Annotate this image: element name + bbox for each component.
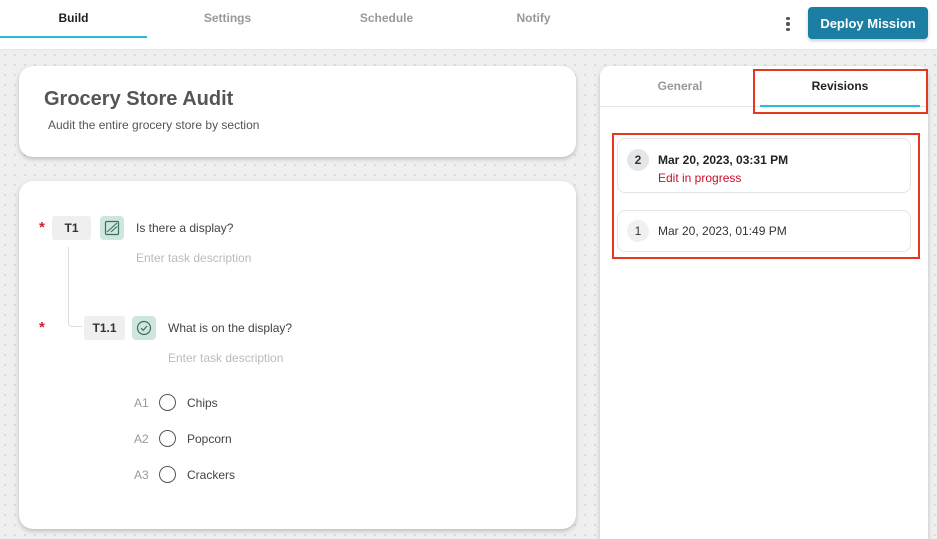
revision-number: 2 bbox=[627, 149, 649, 171]
revision-status: Edit in progress bbox=[658, 171, 742, 185]
tab-general[interactable]: General bbox=[600, 66, 760, 107]
task-tree-connector bbox=[68, 247, 82, 327]
task-description-field[interactable]: Enter task description bbox=[168, 351, 283, 365]
mission-subtitle[interactable]: Audit the entire grocery store by sectio… bbox=[48, 118, 259, 132]
answer-radio[interactable] bbox=[159, 466, 176, 483]
required-marker: * bbox=[39, 219, 45, 236]
task-id-badge: T1 bbox=[52, 216, 91, 240]
image-icon[interactable] bbox=[100, 216, 124, 240]
answer-radio[interactable] bbox=[159, 430, 176, 447]
revision-date: Mar 20, 2023, 03:31 PM bbox=[658, 153, 789, 167]
more-vertical-icon[interactable] bbox=[778, 12, 798, 36]
tab-revisions[interactable]: Revisions bbox=[760, 66, 920, 107]
revision-item[interactable]: 2 Mar 20, 2023, 03:31 PM Edit in progres… bbox=[617, 138, 911, 193]
task-question[interactable]: Is there a display? bbox=[136, 221, 233, 235]
required-marker: * bbox=[39, 319, 45, 336]
revision-number: 1 bbox=[627, 220, 649, 242]
answer-code: A1 bbox=[134, 396, 149, 410]
tab-settings[interactable]: Settings bbox=[154, 0, 301, 38]
answer-radio[interactable] bbox=[159, 394, 176, 411]
tab-schedule[interactable]: Schedule bbox=[313, 0, 460, 38]
answer-label[interactable]: Chips bbox=[187, 396, 218, 410]
side-panel: General Revisions bbox=[600, 66, 928, 539]
task-question[interactable]: What is on the display? bbox=[168, 321, 292, 335]
top-nav-bar: Build Settings Schedule Notify Deploy Mi… bbox=[0, 0, 937, 50]
task-description-field[interactable]: Enter task description bbox=[136, 251, 251, 265]
answer-code: A3 bbox=[134, 468, 149, 482]
task-id-badge: T1.1 bbox=[84, 316, 125, 340]
revision-date: Mar 20, 2023, 01:49 PM bbox=[658, 224, 787, 238]
mission-title[interactable]: Grocery Store Audit bbox=[44, 88, 233, 111]
answer-code: A2 bbox=[134, 432, 149, 446]
tab-build[interactable]: Build bbox=[0, 0, 147, 38]
answer-label[interactable]: Popcorn bbox=[187, 432, 232, 446]
deploy-mission-button[interactable]: Deploy Mission bbox=[808, 7, 928, 39]
tasks-card: * T1 Is there a display? Enter task desc… bbox=[19, 181, 576, 529]
side-panel-tabs: General Revisions bbox=[600, 66, 928, 107]
tab-notify[interactable]: Notify bbox=[460, 0, 607, 38]
answer-label[interactable]: Crackers bbox=[187, 468, 235, 482]
revision-item[interactable]: 1 Mar 20, 2023, 01:49 PM bbox=[617, 210, 911, 252]
check-circle-icon[interactable] bbox=[132, 316, 156, 340]
mission-header-card: Grocery Store Audit Audit the entire gro… bbox=[19, 66, 576, 157]
